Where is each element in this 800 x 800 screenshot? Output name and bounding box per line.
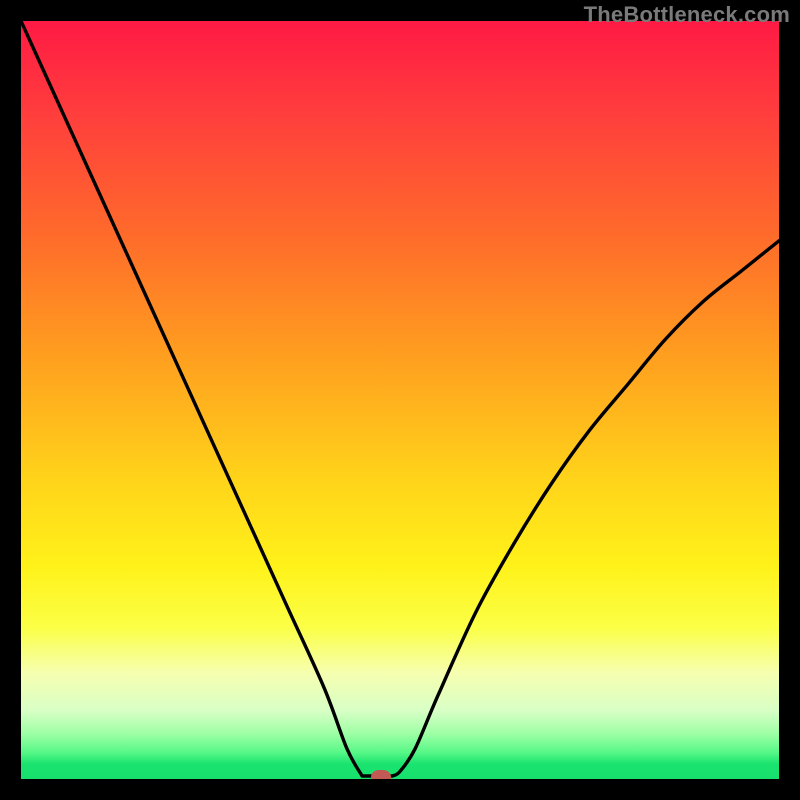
plot-area [21, 21, 779, 779]
watermark-text: TheBottleneck.com [584, 2, 790, 28]
bottleneck-curve [21, 21, 779, 779]
chart-frame: TheBottleneck.com [0, 0, 800, 800]
optimal-point-marker [371, 770, 391, 779]
